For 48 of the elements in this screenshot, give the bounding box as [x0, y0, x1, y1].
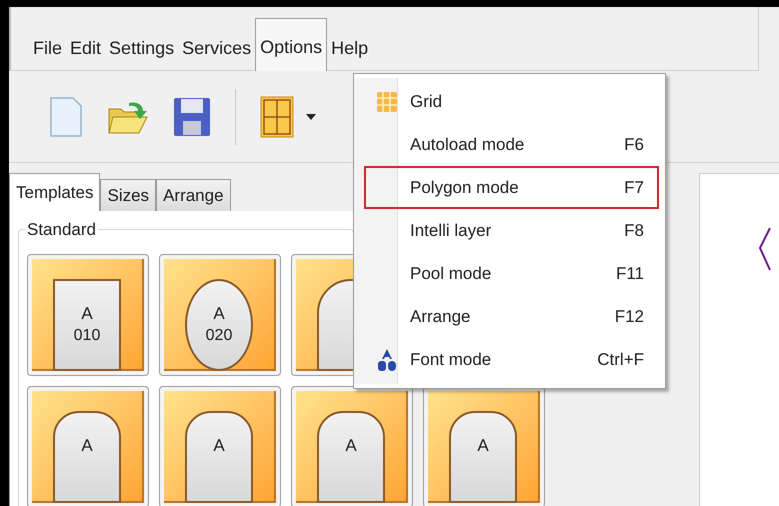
- menu-item[interactable]: Settings: [105, 36, 178, 60]
- option-shortcut: F11: [614, 262, 644, 285]
- panel-tab[interactable]: Arrange: [156, 179, 231, 211]
- menu-item[interactable]: Options: [255, 18, 328, 71]
- template-tile[interactable]: A: [159, 386, 281, 506]
- caret-icon[interactable]: [306, 114, 316, 120]
- menu-option[interactable]: Polygon mode F7: [364, 166, 659, 209]
- option-label: Autoload mode: [410, 134, 526, 156]
- letters-icon: [376, 348, 398, 372]
- template-letter: A: [345, 435, 357, 457]
- option-label: Grid: [410, 90, 444, 113]
- option-shortcut: F6: [623, 134, 644, 156]
- panel-tab[interactable]: Templates: [9, 173, 100, 211]
- option-shortcut: F7: [623, 176, 644, 199]
- menu-item[interactable]: File: [29, 36, 66, 60]
- menu-item[interactable]: Services: [178, 36, 256, 60]
- template-letter: A: [81, 435, 93, 457]
- option-label: Arrange: [410, 306, 472, 328]
- menu-option[interactable]: Arrange F12: [364, 295, 659, 338]
- menu-option[interactable]: Grid: [364, 80, 659, 123]
- template-code: 010: [74, 326, 100, 346]
- menu-option[interactable]: Intelli layer F8: [364, 209, 659, 252]
- template-code: 020: [206, 326, 232, 346]
- template-tile[interactable]: A 020: [159, 254, 281, 376]
- menu-option[interactable]: Autoload mode F6: [364, 123, 659, 166]
- save-icon[interactable]: [173, 96, 211, 136]
- template-letter: A: [213, 303, 225, 325]
- menu-option[interactable]: Font mode Ctrl+F: [364, 338, 659, 381]
- menu-item[interactable]: Help: [327, 36, 372, 60]
- template-letter: A: [81, 303, 93, 325]
- template-tile[interactable]: A 010: [27, 254, 149, 376]
- option-label: Intelli layer: [410, 220, 492, 242]
- menu-item[interactable]: Edit: [66, 36, 106, 60]
- template-letter: A: [477, 435, 489, 457]
- option-shortcut: F12: [614, 306, 644, 328]
- option-shortcut: F8: [623, 220, 644, 242]
- option-label: Polygon mode: [410, 176, 520, 199]
- grid-layout-icon[interactable]: [260, 96, 294, 138]
- option-label: Pool mode: [410, 262, 492, 285]
- template-tile[interactable]: A: [291, 386, 413, 506]
- menu-option[interactable]: Pool mode F11: [364, 252, 659, 295]
- template-tile[interactable]: A: [423, 386, 545, 506]
- grid-icon: [376, 90, 398, 112]
- option-shortcut: Ctrl+F: [596, 348, 644, 371]
- template-letter: A: [213, 435, 225, 457]
- panel-tab[interactable]: Sizes: [100, 179, 156, 211]
- template-tile[interactable]: A: [27, 386, 149, 506]
- option-label: Font mode: [410, 348, 492, 371]
